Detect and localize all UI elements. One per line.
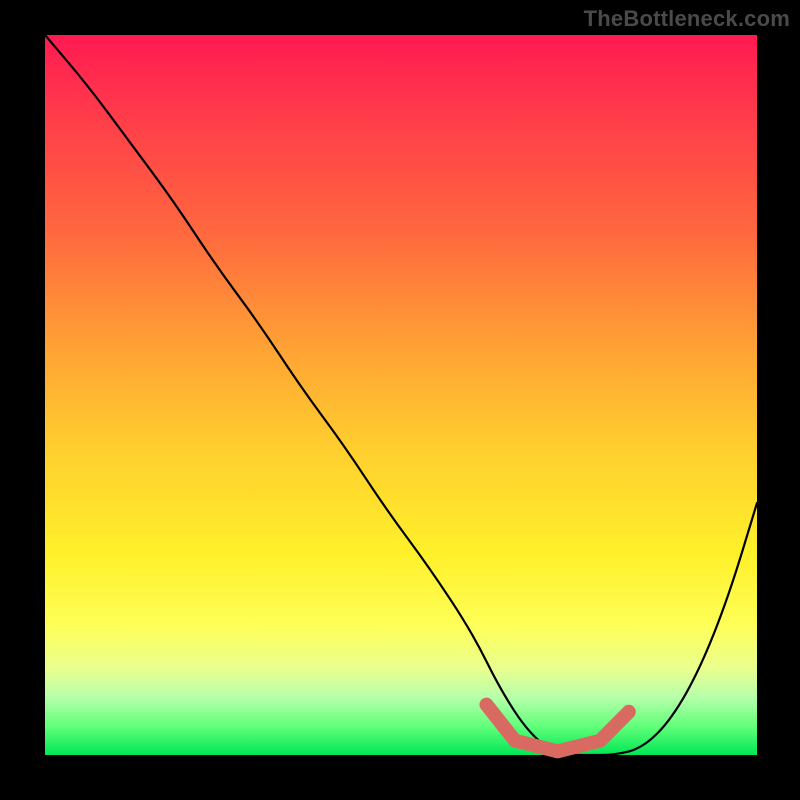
- watermark-text: TheBottleneck.com: [584, 6, 790, 32]
- bottleneck-curve: [45, 35, 757, 755]
- plot-area: [45, 35, 757, 755]
- chart-frame: TheBottleneck.com: [0, 0, 800, 800]
- curve-svg: [45, 35, 757, 755]
- highlight-segment: [486, 705, 628, 752]
